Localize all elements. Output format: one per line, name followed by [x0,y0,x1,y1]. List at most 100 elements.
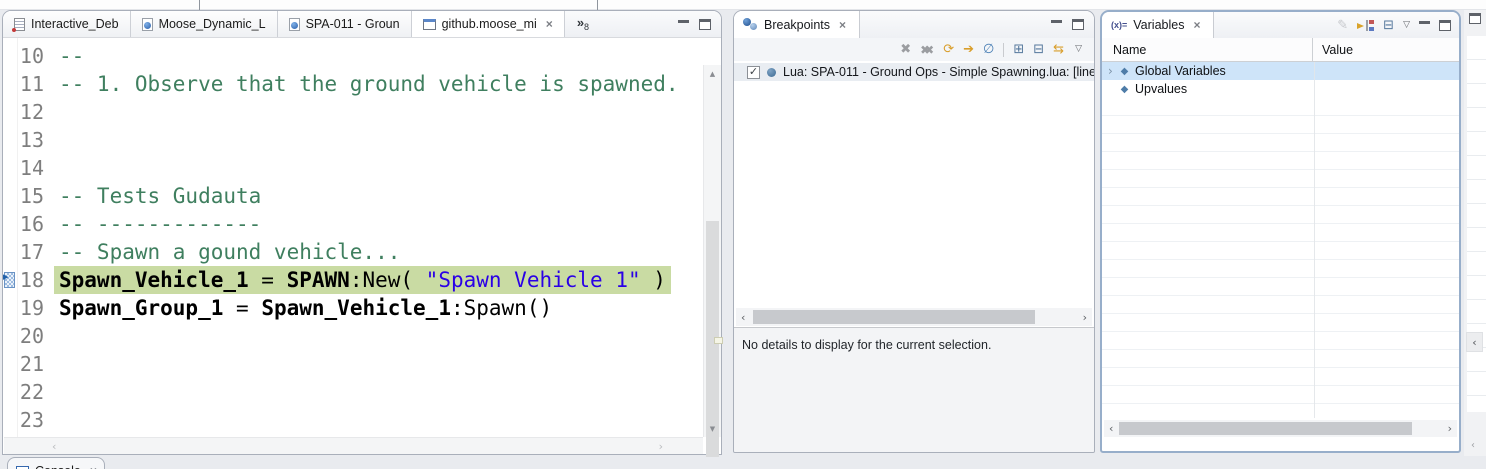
toolbar-separator [597,0,598,10]
close-icon[interactable]: × [546,17,553,31]
breakpoints-list[interactable]: ✓ Lua: SPA-011 - Ground Ops - Simple Spaw… [734,61,1094,308]
close-icon[interactable]: × [1193,18,1200,32]
editor-window-icon [423,19,436,30]
breakpoints-hscrollbar[interactable]: ‹ › [736,308,1092,326]
code-line[interactable]: 22 [3,378,703,406]
code-text: -- Tests Gudauta [54,182,266,210]
editor-tab[interactable]: github.moose_mi × [412,11,565,37]
tab-console[interactable]: Console × [7,457,105,469]
variable-diamond-icon: ◆ [1117,84,1132,95]
breakpoint-row[interactable]: ✓ Lua: SPA-011 - Ground Ops - Simple Spaw… [734,63,1094,81]
minimize-icon[interactable] [1051,20,1062,23]
editor-tab[interactable]: SPA-011 - Groun [278,11,412,37]
collapse-all-icon[interactable]: ⊟ [1033,43,1044,56]
column-header-value[interactable]: Value [1313,43,1353,57]
show-supporting-breakpoints-icon[interactable]: ⟳ [943,43,954,56]
breakpoint-checkbox[interactable]: ✓ [747,66,760,79]
sash-handle[interactable] [714,337,723,344]
tab-overflow-chevron[interactable]: »8 [577,11,589,37]
close-icon[interactable]: × [90,464,97,469]
tab-variables[interactable]: (x)= Variables × [1102,12,1214,38]
go-to-file-for-breakpoint-icon[interactable]: ➔ [963,43,974,56]
code-line[interactable]: 23 [3,406,703,434]
editor-tab-label: github.moose_mi [442,17,537,31]
top-cropped-strip [0,0,1486,10]
scroll-left-icon[interactable]: ‹ [52,440,56,453]
code-area[interactable]: 10--11-- 1. Observe that the ground vehi… [3,42,703,437]
variables-hscrollbar[interactable]: ‹ › [1104,420,1457,437]
close-icon[interactable]: × [839,18,846,32]
code-line[interactable]: 19Spawn_Group_1 = Spawn_Vehicle_1:Spawn(… [3,294,703,322]
variable-row[interactable]: ›◆Global Variables [1102,62,1459,80]
skip-all-breakpoints-icon[interactable]: ∅ [983,43,994,56]
code-line[interactable]: 21 [3,350,703,378]
editor-tab[interactable]: Moose_Dynamic_L [131,11,278,37]
code-line[interactable]: ▸18Spawn_Vehicle_1 = SPAWN:New( "Spawn V… [3,266,703,294]
code-editor[interactable]: 10--11-- 1. Observe that the ground vehi… [3,38,721,454]
scroll-left-icon[interactable]: ‹ [1109,422,1113,435]
breakpoints-icon [743,18,758,31]
variable-name: Upvalues [1132,82,1187,96]
view-menu-icon[interactable]: ▽ [1075,45,1082,54]
code-line[interactable]: 10-- [3,42,703,70]
tab-breakpoints[interactable]: Breakpoints × [734,11,860,38]
console-file-icon [14,18,25,31]
code-line[interactable]: 20 [3,322,703,350]
code-text [54,98,64,126]
toolbar-separator [199,0,200,10]
code-line[interactable]: 13 [3,126,703,154]
scrollbar-thumb[interactable] [753,310,1035,324]
scroll-left-icon[interactable]: ‹ [1465,438,1481,453]
editor-vscrollbar[interactable]: ▲ ▼ [703,65,721,437]
editor-panel: Interactive_DebMoose_Dynamic_LSPA-011 - … [2,10,722,455]
instruction-pointer-icon: ▸ [4,272,15,288]
remove-breakpoint-icon[interactable]: ✖ [900,43,911,56]
eclipse-debug-workbench: Interactive_DebMoose_Dynamic_LSPA-011 - … [0,0,1486,469]
code-line[interactable]: 16-- ------------- [3,210,703,238]
minimize-icon[interactable] [1419,21,1430,24]
maximize-icon[interactable] [1469,13,1481,24]
show-logical-structure-icon[interactable] [1357,19,1374,32]
cropped-table-grid [1467,36,1486,412]
minimize-icon[interactable] [678,20,689,23]
maximize-icon[interactable] [699,19,711,30]
editor-hscrollbar[interactable]: ‹ › [4,437,703,454]
collapse-all-icon[interactable]: ⊟ [1383,19,1394,32]
scroll-left-icon[interactable]: ‹ [1466,332,1483,352]
view-menu-icon[interactable]: ▽ [1403,20,1410,30]
breakpoint-label: Lua: SPA-011 - Ground Ops - Simple Spawn… [783,65,1094,79]
line-number: 14 [3,154,50,182]
scroll-up-icon[interactable]: ▲ [704,66,721,81]
scroll-right-icon[interactable]: › [659,440,663,453]
variable-row[interactable]: ◆Upvalues [1102,80,1459,98]
scrollbar-thumb[interactable] [1119,422,1412,435]
editor-tab[interactable]: Interactive_Deb [3,11,131,37]
variables-panel: (x)= Variables × ✎ ⊟ ▽ Name Value ›◆Glob… [1100,10,1461,453]
scroll-down-icon[interactable]: ▼ [704,421,721,436]
line-number: 11 [3,70,50,98]
scroll-right-icon[interactable]: › [1083,311,1087,324]
remove-all-breakpoints-icon[interactable]: ✖✖ [920,44,934,56]
link-with-debug-view-icon[interactable]: ⇆ [1053,43,1064,56]
variable-diamond-icon: ◆ [1117,66,1132,77]
scroll-left-icon[interactable]: ‹ [741,311,745,324]
scroll-right-icon[interactable]: › [1448,422,1452,435]
code-text [54,126,64,154]
expand-all-icon[interactable]: ⊞ [1013,43,1024,56]
variables-table[interactable]: ›◆Global Variables◆Upvalues [1102,62,1459,418]
line-number: 15 [3,182,50,210]
code-line[interactable]: 14 [3,154,703,182]
details-placeholder-text: No details to display for the current se… [742,338,991,352]
expand-chevron-icon[interactable]: › [1102,64,1117,78]
code-text: -- Spawn a gound vehicle... [54,238,405,266]
code-line[interactable]: 15-- Tests Gudauta [3,182,703,210]
chevron-double-icon: » [577,15,584,30]
code-line[interactable]: 12 [3,98,703,126]
maximize-icon[interactable] [1072,19,1084,30]
maximize-icon[interactable] [1439,20,1451,31]
code-line[interactable]: 11-- 1. Observe that the ground vehicle … [3,70,703,98]
breakpoint-details-area: No details to display for the current se… [734,327,1094,452]
column-header-name[interactable]: Name [1102,43,1312,57]
hidden-tab-count: 8 [584,22,589,32]
code-line[interactable]: 17-- Spawn a gound vehicle... [3,238,703,266]
